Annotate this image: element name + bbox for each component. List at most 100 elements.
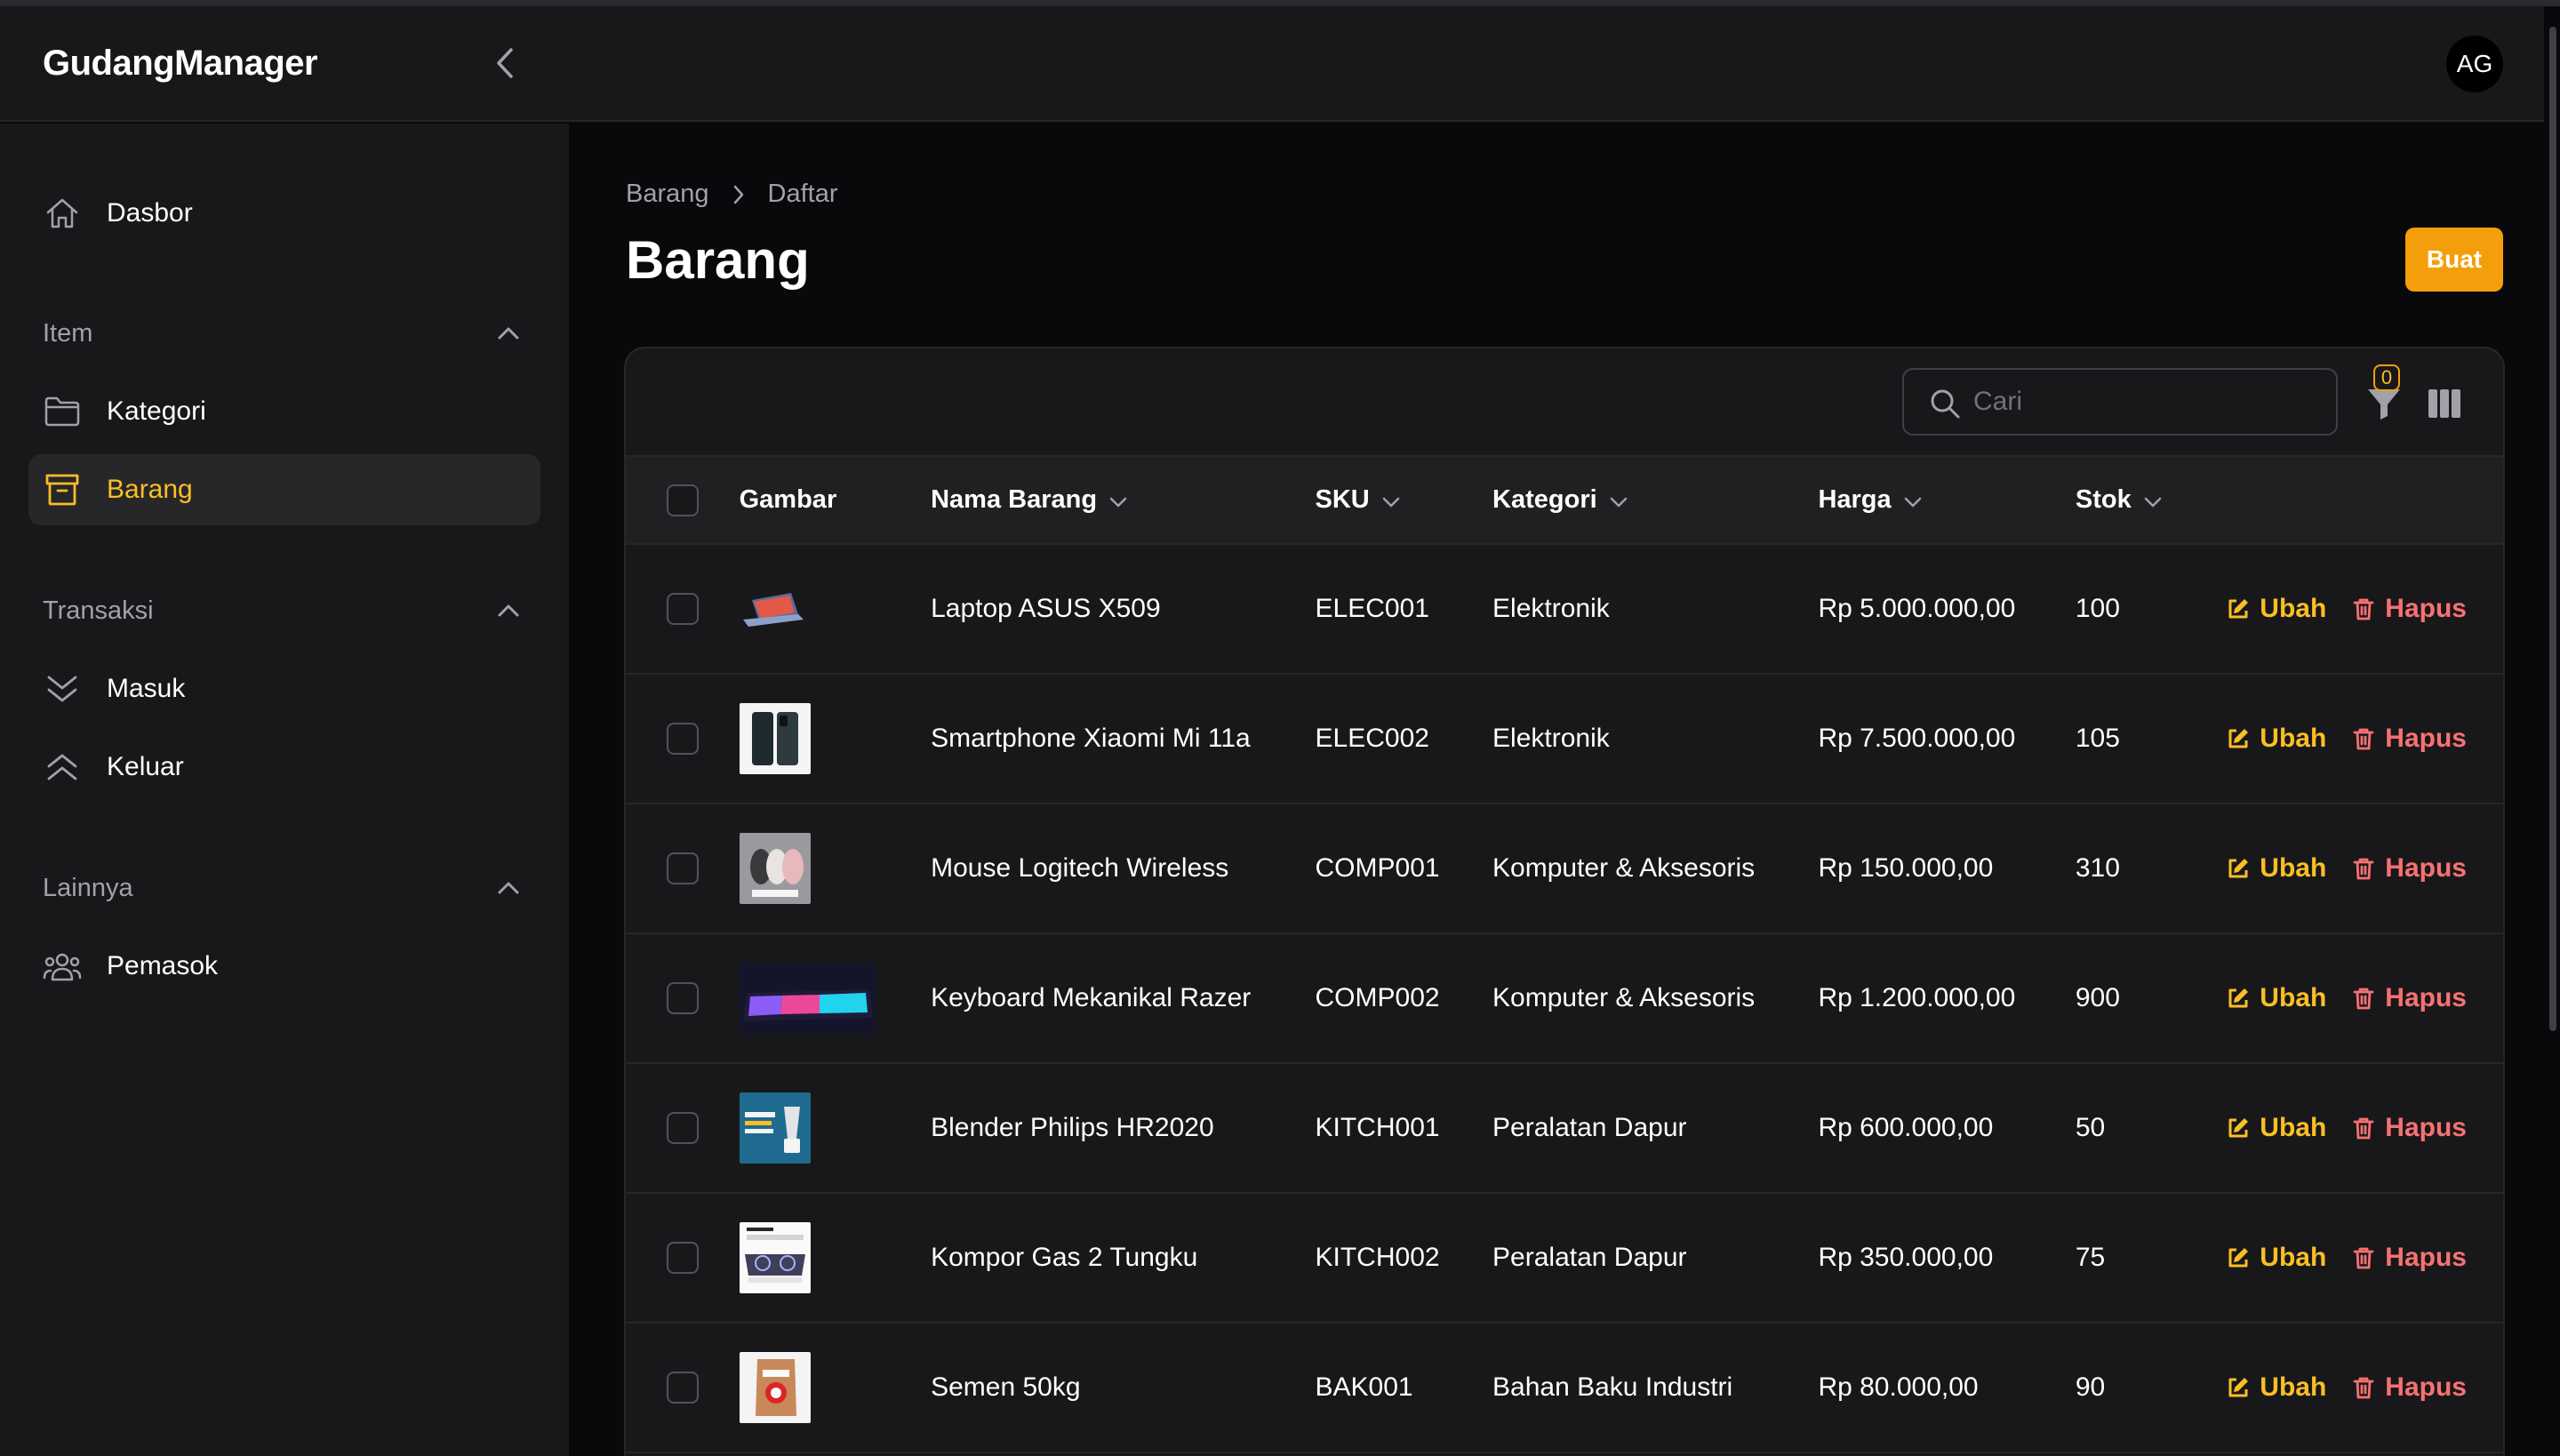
cell-category: Komputer & Aksesoris — [1492, 983, 1756, 1012]
delete-button[interactable]: Hapus — [2351, 1372, 2467, 1403]
edit-button[interactable]: Ubah — [2226, 724, 2326, 754]
edit-button[interactable]: Ubah — [2226, 1243, 2326, 1273]
row-checkbox[interactable] — [667, 1112, 699, 1145]
keyboard-image — [739, 963, 876, 1034]
cell-sku: KITCH002 — [1315, 1243, 1440, 1272]
cement-image — [739, 1352, 811, 1423]
page-scrollbar[interactable] — [2549, 27, 2556, 1031]
cell-stock: 900 — [2075, 983, 2120, 1012]
cell-sku: ELEC002 — [1315, 724, 1429, 753]
sidebar-group-lainnya[interactable]: Lainnya — [43, 870, 523, 906]
cell-sku: COMP001 — [1315, 853, 1440, 883]
table-header-row: Gambar Nama Barang SKU Kategori Harga St… — [626, 457, 2503, 545]
cell-sku: KITCH001 — [1315, 1113, 1440, 1142]
breadcrumb-link-barang[interactable]: Barang — [626, 180, 709, 209]
sidebar-group-item[interactable]: Item — [43, 316, 523, 351]
trash-icon — [2353, 1247, 2374, 1269]
stove-image — [739, 1222, 811, 1293]
cell-price: Rp 7.500.000,00 — [1818, 724, 2016, 753]
sidebar-item-label: Masuk — [107, 674, 186, 703]
sidebar-item-dashboard[interactable]: Dasbor — [28, 178, 540, 249]
sidebar-group-label: Item — [43, 318, 93, 348]
table-body: Laptop ASUS X509 ELEC001 Elektronik Rp 5… — [626, 544, 2503, 1452]
cell-category: Elektronik — [1492, 724, 1610, 753]
edit-button[interactable]: Ubah — [2226, 853, 2326, 884]
cell-name: Kompor Gas 2 Tungku — [931, 1243, 1198, 1272]
row-checkbox[interactable] — [667, 1372, 699, 1404]
search-input[interactable] — [1973, 380, 2320, 423]
cell-category: Peralatan Dapur — [1492, 1243, 1687, 1272]
trash-icon — [2353, 598, 2374, 620]
delete-button[interactable]: Hapus — [2351, 724, 2467, 754]
page-title: Barang — [626, 230, 810, 290]
chevron-down-icon — [2144, 485, 2162, 515]
column-header-category[interactable]: Kategori — [1492, 457, 1819, 545]
row-checkbox[interactable] — [667, 982, 699, 1015]
delete-button[interactable]: Hapus — [2351, 983, 2467, 1013]
cell-name: Blender Philips HR2020 — [931, 1113, 1214, 1142]
sidebar-item-barang[interactable]: Barang — [28, 454, 540, 525]
select-all-checkbox[interactable] — [667, 484, 699, 516]
cell-name: Mouse Logitech Wireless — [931, 853, 1229, 883]
archive-box-icon — [43, 470, 82, 509]
column-header-image: Gambar — [739, 457, 932, 545]
chevron-right-icon — [732, 184, 745, 205]
pencil-square-icon — [2228, 1118, 2249, 1138]
delete-button[interactable]: Hapus — [2351, 1243, 2467, 1273]
cell-name: Laptop ASUS X509 — [931, 594, 1161, 623]
smartphone-image — [739, 703, 811, 774]
window-top-edge — [0, 0, 2560, 6]
create-button[interactable]: Buat — [2405, 228, 2503, 292]
sidebar-item-masuk[interactable]: Masuk — [28, 653, 540, 724]
column-header-sku[interactable]: SKU — [1315, 457, 1493, 545]
folder-icon — [43, 392, 82, 431]
row-checkbox[interactable] — [667, 593, 699, 626]
cell-price: Rp 1.200.000,00 — [1818, 983, 2016, 1012]
pencil-square-icon — [2228, 1248, 2249, 1268]
cell-price: Rp 80.000,00 — [1818, 1372, 1979, 1402]
sidebar-item-keluar[interactable]: Keluar — [28, 732, 540, 803]
column-header-name[interactable]: Nama Barang — [931, 457, 1316, 545]
breadcrumb: Barang Daftar — [626, 180, 838, 209]
chevron-double-down-icon — [43, 669, 82, 708]
row-checkbox[interactable] — [667, 852, 699, 885]
collapse-sidebar-button[interactable] — [489, 45, 521, 81]
edit-button[interactable]: Ubah — [2226, 983, 2326, 1013]
row-checkbox[interactable] — [667, 1242, 699, 1275]
trash-icon — [2353, 728, 2374, 750]
column-header-stock[interactable]: Stok — [2075, 457, 2227, 545]
cell-price: Rp 5.000.000,00 — [1818, 594, 2016, 623]
edit-button[interactable]: Ubah — [2226, 594, 2326, 624]
sidebar-item-label: Pemasok — [107, 951, 219, 980]
user-avatar[interactable]: AG — [2446, 36, 2503, 92]
columns-icon[interactable] — [2427, 386, 2462, 421]
mouse-image — [739, 833, 811, 904]
sidebar-item-kategori[interactable]: Kategori — [28, 376, 540, 447]
chevron-down-icon — [1904, 485, 1922, 515]
cell-price: Rp 150.000,00 — [1818, 853, 1994, 883]
delete-button[interactable]: Hapus — [2351, 594, 2467, 624]
edit-button[interactable]: Ubah — [2226, 1372, 2326, 1403]
brand-logo[interactable]: GudangManager — [43, 44, 318, 84]
chevron-up-icon — [494, 319, 523, 348]
row-checkbox[interactable] — [667, 723, 699, 756]
cell-category: Elektronik — [1492, 594, 1610, 623]
sidebar-item-label: Keluar — [107, 752, 184, 781]
cell-category: Peralatan Dapur — [1492, 1113, 1687, 1142]
pencil-square-icon — [2228, 1378, 2249, 1397]
home-icon — [43, 194, 82, 233]
edit-button[interactable]: Ubah — [2226, 1113, 2326, 1143]
cell-price: Rp 350.000,00 — [1818, 1243, 1994, 1272]
sidebar-item-label: Kategori — [107, 396, 206, 426]
delete-button[interactable]: Hapus — [2351, 853, 2467, 884]
sidebar-group-transaksi[interactable]: Transaksi — [43, 593, 523, 628]
delete-button[interactable]: Hapus — [2351, 1113, 2467, 1143]
cell-stock: 50 — [2075, 1113, 2106, 1142]
cell-sku: ELEC001 — [1315, 594, 1429, 623]
sidebar-item-pemasok[interactable]: Pemasok — [28, 931, 540, 1002]
column-header-price[interactable]: Harga — [1818, 457, 2076, 545]
chevron-down-icon — [1109, 485, 1127, 515]
cell-stock: 105 — [2075, 724, 2120, 753]
table-row: Keyboard Mekanikal Razer COMP002 Kompute… — [626, 933, 2503, 1063]
filter-count-badge: 0 — [2373, 364, 2400, 391]
